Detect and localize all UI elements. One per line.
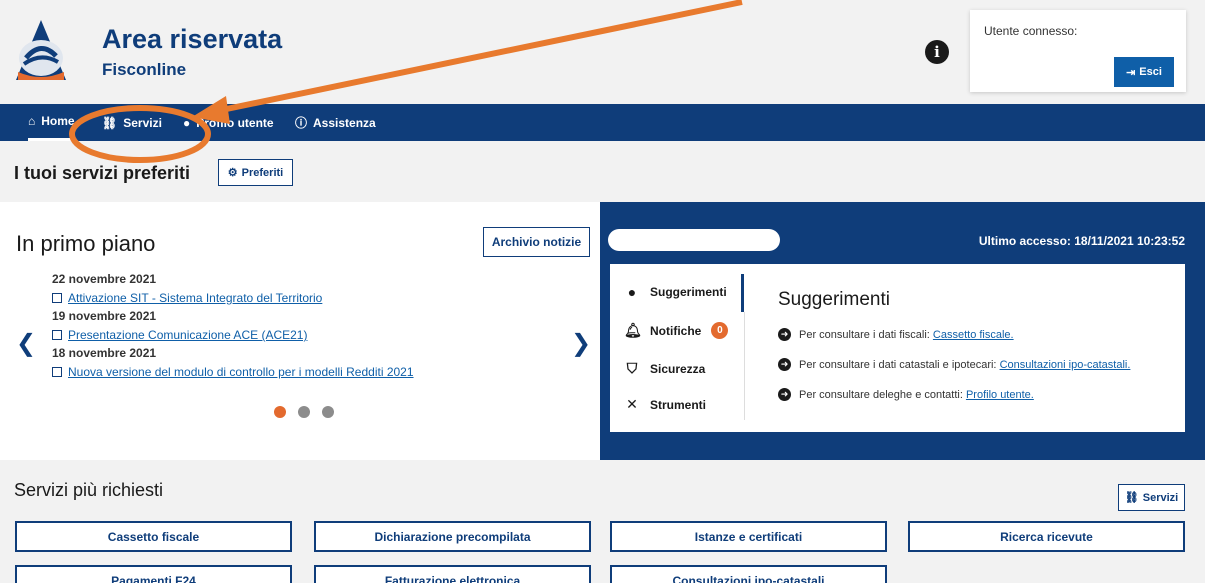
tools-icon: ✕ (626, 396, 638, 412)
document-icon (52, 367, 62, 377)
link-icon: ⛓ (102, 115, 118, 130)
carousel-dot[interactable] (322, 406, 334, 418)
news-title: In primo piano (16, 231, 156, 256)
nav-label: Servizi (123, 115, 162, 130)
user-box: Utente connesso: ⇥ Esci (970, 10, 1186, 92)
user-label: Utente connesso: (984, 24, 1078, 38)
carousel-dot[interactable] (274, 406, 286, 418)
suggestion-text: Per consultare i dati fiscali: (799, 328, 930, 341)
carousel-dot[interactable] (298, 406, 310, 418)
service-button[interactable]: Fatturazione elettronica (314, 565, 591, 583)
service-button[interactable]: Ricerca ricevute (908, 521, 1185, 552)
chevron-right-icon[interactable]: ❯ (571, 329, 591, 358)
home-icon: ⌂ (28, 114, 36, 128)
carousel-dots (274, 406, 334, 418)
app-title: Area riservata (102, 24, 283, 54)
news-link[interactable]: Presentazione Comunicazione ACE (ACE21) (52, 324, 552, 346)
suggestion-link[interactable]: Cassetto fiscale. (933, 329, 1014, 341)
user-icon: ● (183, 115, 191, 130)
arrow-right-icon: ➜ (778, 358, 791, 371)
active-tab-indicator (741, 274, 744, 312)
nav-label: Assistenza (313, 115, 376, 130)
suggestion-text: Per consultare i dati catastali e ipotec… (799, 358, 997, 371)
gear-icon: ⚙ (227, 167, 238, 179)
tab-label: Strumenti (650, 397, 707, 412)
nav-label: Profilo utente (196, 115, 274, 130)
logout-button[interactable]: ⇥ Esci (1114, 57, 1174, 87)
account-tabs: ● Suggerimenti 🔔︎ Notifiche 0 ⛉ Sicurezz… (610, 264, 745, 432)
suggestion-item: ➜ Per consultare i dati fiscali: Cassett… (778, 328, 1014, 341)
nav-item-profilo[interactable]: ● Profilo utente (183, 104, 274, 141)
redacted-username (608, 229, 780, 251)
news-list: 22 novembre 2021 Attivazione SIT - Siste… (52, 272, 552, 383)
news-link[interactable]: Attivazione SIT - Sistema Integrato del … (52, 287, 552, 309)
favorites-button[interactable]: ⚙ Preferiti (218, 159, 293, 186)
account-card: ● Suggerimenti 🔔︎ Notifiche 0 ⛉ Sicurezz… (610, 264, 1185, 432)
nav-item-servizi[interactable]: ⛓ Servizi (102, 104, 162, 141)
news-date: 22 novembre 2021 (52, 272, 157, 286)
news-date: 18 novembre 2021 (52, 346, 157, 360)
services-button[interactable]: ⛓ Servizi (1118, 484, 1185, 511)
news-link-text[interactable]: Nuova versione del modulo di controllo p… (68, 365, 414, 379)
suggestion-item: ➜ Per consultare i dati catastali e ipot… (778, 358, 1130, 371)
suggestion-text: Per consultare deleghe e contatti: (799, 388, 963, 401)
service-button[interactable]: Consultazioni ipo-catastali (610, 565, 887, 583)
arrow-right-icon: ➜ (778, 388, 791, 401)
logout-label: Esci (1139, 66, 1162, 78)
link-icon: ⛓ (1124, 492, 1139, 504)
suggestion-item: ➜ Per consultare deleghe e contatti: Pro… (778, 388, 1034, 401)
document-icon (52, 330, 62, 340)
service-button[interactable]: Pagamenti F24 (15, 565, 292, 583)
news-link-text[interactable]: Attivazione SIT - Sistema Integrato del … (68, 291, 322, 305)
info-icon[interactable]: i (925, 40, 949, 64)
news-link[interactable]: Nuova versione del modulo di controllo p… (52, 361, 552, 383)
chevron-left-icon[interactable]: ❮ (16, 329, 36, 358)
suggestion-link[interactable]: Profilo utente. (966, 389, 1034, 401)
tab-suggerimenti[interactable]: ● Suggerimenti (624, 284, 727, 300)
news-link-text[interactable]: Presentazione Comunicazione ACE (ACE21) (68, 328, 307, 342)
shield-icon: ⛉ (626, 360, 638, 376)
services-button-label: Servizi (1142, 491, 1179, 504)
bell-icon: 🔔︎ (624, 322, 642, 338)
service-button[interactable]: Dichiarazione precompilata (314, 521, 591, 552)
services-title: Servizi più richiesti (14, 480, 164, 500)
panel-title: Suggerimenti (778, 289, 890, 310)
tab-label: Notifiche (650, 323, 702, 338)
document-icon (52, 293, 62, 303)
nav-item-assistenza[interactable]: ⓘ Assistenza (295, 104, 376, 141)
arrow-right-icon: ➜ (778, 328, 791, 341)
lightbulb-icon: ● (627, 284, 637, 300)
last-access: Ultimo accesso: 18/11/2021 10:23:52 (978, 234, 1185, 248)
favorites-button-label: Preferiti (241, 166, 284, 179)
favorites-title: I tuoi servizi preferiti (14, 163, 191, 183)
main-nav: ⌂ Home ⛓ Servizi ● Profilo utente ⓘ Assi… (0, 104, 1205, 141)
tab-sicurezza[interactable]: ⛉ Sicurezza (624, 360, 706, 377)
archive-button[interactable]: Archivio notizie (483, 227, 590, 257)
notification-badge: 0 (711, 322, 729, 339)
news-panel: In primo piano Archivio notizie ❮ ❯ 22 n… (0, 202, 600, 460)
info-icon: ⓘ (295, 116, 308, 130)
logout-icon: ⇥ (1126, 66, 1136, 79)
agenzia-entrate-logo[interactable] (14, 18, 68, 82)
nav-item-home[interactable]: ⌂ Home (28, 104, 75, 141)
service-button[interactable]: Istanze e certificati (610, 521, 887, 552)
account-panel: Ultimo accesso: 18/11/2021 10:23:52 ● Su… (600, 202, 1205, 460)
tab-divider (744, 312, 745, 420)
tab-label: Sicurezza (650, 361, 706, 376)
tab-label: Suggerimenti (650, 285, 727, 299)
tab-notifiche[interactable]: 🔔︎ Notifiche 0 (624, 322, 729, 339)
header: Area riservata Fisconline i Utente conne… (0, 0, 1205, 104)
service-button[interactable]: Cassetto fiscale (15, 521, 292, 552)
tab-strumenti[interactable]: ✕ Strumenti (624, 396, 706, 413)
news-date: 19 novembre 2021 (52, 309, 157, 323)
suggestion-link[interactable]: Consultazioni ipo-catastali. (1000, 359, 1131, 371)
app-subtitle: Fisconline (102, 60, 187, 79)
nav-label: Home (41, 114, 75, 128)
